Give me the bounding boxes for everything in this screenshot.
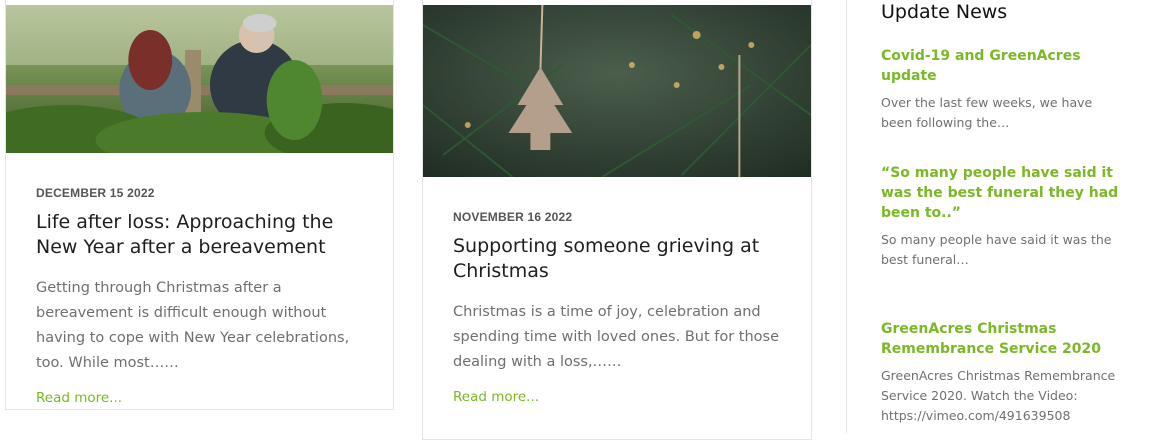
news-item-title[interactable]: GreenAcres Christmas Remembrance Service… [881,319,1126,359]
post-title[interactable]: Supporting someone grieving at Christmas [453,234,781,284]
news-item-excerpt: Over the last few weeks, we have been fo… [881,95,1093,130]
post-body: DECEMBER 15 2022 Life after loss: Approa… [36,186,363,406]
read-more-link[interactable]: Read more... [36,390,363,406]
post-card-2: NOVEMBER 16 2022 Supporting someone grie… [422,0,812,440]
sidebar-divider [846,0,847,433]
post-date: DECEMBER 15 2022 [36,186,155,200]
post-excerpt: Getting through Christmas after a bereav… [36,280,350,371]
news-item-excerpt: So many people have said it was the best… [881,232,1112,267]
news-item-title[interactable]: “So many people have said it was the bes… [881,163,1126,223]
post-image-couple-on-bench[interactable] [6,5,393,153]
read-more-link[interactable]: Read more... [453,389,781,405]
sidebar-heading: Update News [881,1,1008,23]
post-card-1: DECEMBER 15 2022 Life after loss: Approa… [5,0,394,410]
news-item: “So many people have said it was the bes… [881,163,1126,270]
post-title[interactable]: Life after loss: Approaching the New Yea… [36,210,363,260]
news-item: GreenAcres Christmas Remembrance Service… [881,319,1126,426]
news-item-title[interactable]: Covid-19 and GreenAcres update [881,46,1126,86]
post-excerpt: Christmas is a time of joy, celebration … [453,304,780,370]
news-item-excerpt: GreenAcres Christmas Remembrance Service… [881,368,1116,423]
post-image-christmas-tree-ornament[interactable] [423,5,811,177]
post-body: NOVEMBER 16 2022 Supporting someone grie… [453,210,781,405]
post-date: NOVEMBER 16 2022 [453,210,573,224]
news-item: Covid-19 and GreenAcres update Over the … [881,46,1126,133]
